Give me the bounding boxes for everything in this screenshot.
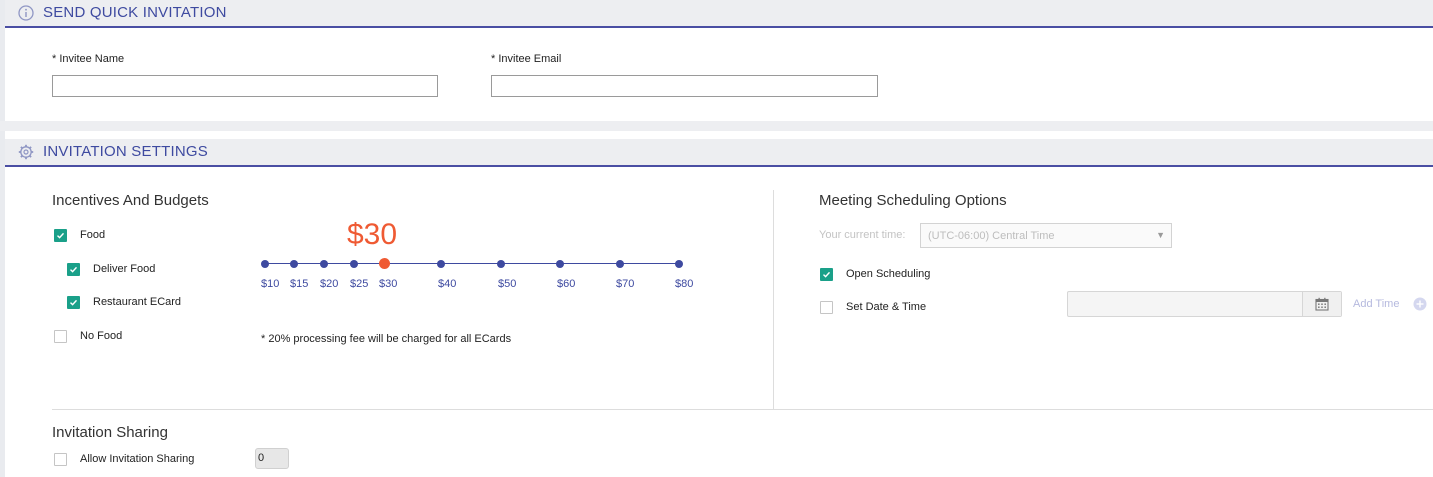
- meeting-scheduling-heading: Meeting Scheduling Options: [819, 192, 1007, 209]
- current-time-label: Your current time:: [819, 229, 906, 241]
- budget-stop-40[interactable]: [437, 260, 445, 268]
- check-icon: [57, 232, 65, 239]
- no-food-label: No Food: [80, 330, 123, 342]
- allow-sharing-label: Allow Invitation Sharing: [80, 453, 195, 465]
- budget-tick-label: $70: [616, 278, 635, 290]
- info-icon: [18, 5, 34, 21]
- invitation-settings-title: INVITATION SETTINGS: [43, 143, 208, 160]
- budget-tick-label: $30: [379, 278, 398, 290]
- add-time-link[interactable]: Add Time: [1353, 298, 1399, 310]
- allow-sharing-checkbox[interactable]: [54, 453, 67, 466]
- quick-invitation-header: SEND QUICK INVITATION: [5, 0, 1433, 28]
- date-time-input[interactable]: [1067, 291, 1342, 317]
- invitee-email-label: * Invitee Email: [491, 53, 562, 65]
- chevron-down-icon: ▼: [1156, 230, 1165, 240]
- timezone-value: (UTC-06:00) Central Time: [928, 230, 1055, 242]
- check-icon: [70, 299, 78, 306]
- budget-stop-25[interactable]: [350, 260, 358, 268]
- budget-stop-50[interactable]: [497, 260, 505, 268]
- open-scheduling-label: Open Scheduling: [846, 268, 931, 280]
- timezone-select[interactable]: (UTC-06:00) Central Time ▼: [920, 223, 1172, 248]
- invitee-name-input[interactable]: [52, 75, 438, 97]
- budget-stop-60[interactable]: [556, 260, 564, 268]
- budget-tick-label: $15: [290, 278, 309, 290]
- invitation-settings-header: INVITATION SETTINGS: [5, 139, 1433, 167]
- invitation-sharing-heading: Invitation Sharing: [52, 424, 168, 441]
- section-spacer: [0, 121, 1433, 131]
- section-divider: [52, 409, 1433, 410]
- budget-tick-label: $60: [557, 278, 576, 290]
- budget-slider-handle[interactable]: [379, 258, 390, 269]
- calendar-icon: [1315, 297, 1329, 311]
- restaurant-ecard-checkbox[interactable]: [67, 296, 80, 309]
- budget-stop-20[interactable]: [320, 260, 328, 268]
- quick-invitation-title: SEND QUICK INVITATION: [43, 4, 227, 21]
- invitee-name-label: * Invitee Name: [52, 53, 125, 65]
- budget-tick-label: $80: [675, 278, 694, 290]
- food-label: Food: [80, 229, 106, 241]
- invitee-email-input[interactable]: [491, 75, 878, 97]
- add-circle-icon[interactable]: [1413, 297, 1427, 311]
- sharing-count-value: 0: [258, 452, 265, 464]
- budget-stop-70[interactable]: [616, 260, 624, 268]
- budget-selected-value: $30: [347, 218, 398, 251]
- open-scheduling-checkbox[interactable]: [820, 268, 833, 281]
- sharing-count-input[interactable]: 0: [255, 448, 289, 469]
- budget-tick-label: $50: [498, 278, 517, 290]
- restaurant-ecard-label: Restaurant ECard: [93, 296, 182, 308]
- incentives-heading: Incentives And Budgets: [52, 192, 209, 209]
- calendar-button[interactable]: [1302, 292, 1341, 316]
- set-date-time-label: Set Date & Time: [846, 301, 927, 313]
- budget-tick-label: $20: [320, 278, 339, 290]
- budget-stop-15[interactable]: [290, 260, 298, 268]
- check-icon: [70, 266, 78, 273]
- budget-stop-80[interactable]: [675, 260, 683, 268]
- column-divider: [773, 190, 774, 409]
- budget-tick-label: $40: [438, 278, 457, 290]
- left-gutter: [0, 121, 5, 477]
- processing-fee-note: * 20% processing fee will be charged for…: [261, 333, 512, 345]
- budget-tick-label: $25: [350, 278, 369, 290]
- deliver-food-label: Deliver Food: [93, 263, 156, 275]
- set-date-time-checkbox[interactable]: [820, 301, 833, 314]
- deliver-food-checkbox[interactable]: [67, 263, 80, 276]
- food-checkbox[interactable]: [54, 229, 67, 242]
- check-icon: [823, 271, 831, 278]
- budget-stop-10[interactable]: [261, 260, 269, 268]
- gear-icon: [18, 144, 34, 160]
- no-food-checkbox[interactable]: [54, 330, 67, 343]
- budget-tick-label: $10: [261, 278, 280, 290]
